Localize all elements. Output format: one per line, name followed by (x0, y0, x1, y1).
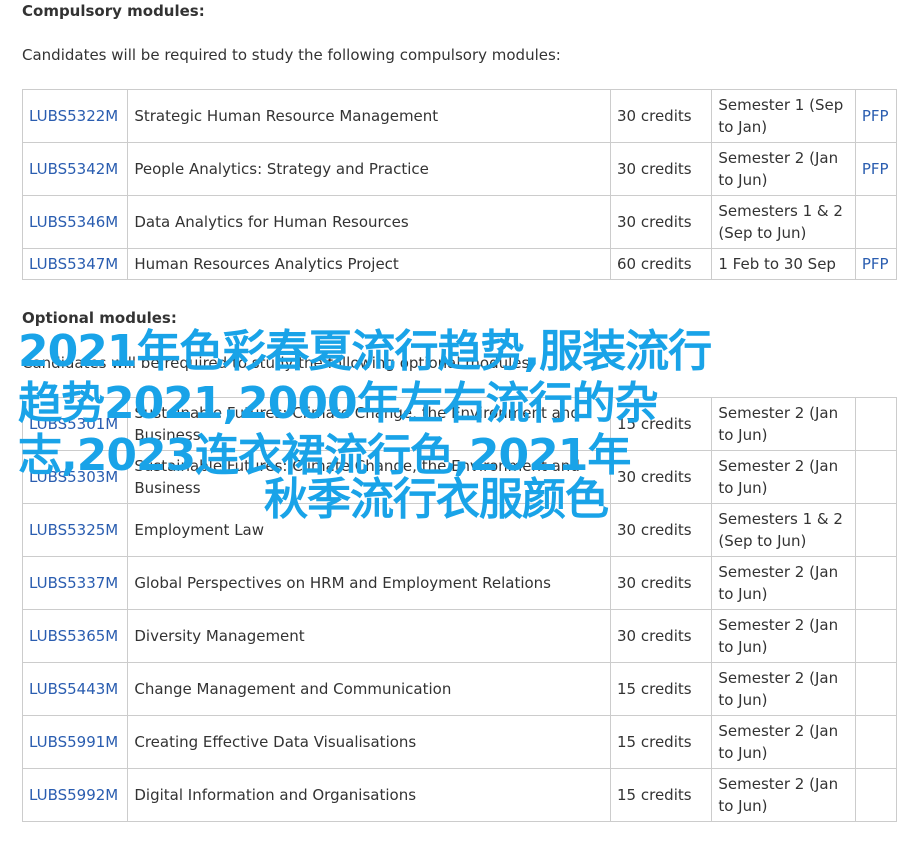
table-row: LUBS5325M Employment Law 30 credits Seme… (21, 503, 898, 557)
module-semester: Semester 2 (Jan to Jun) (711, 715, 856, 769)
module-credits: 15 credits (610, 662, 713, 716)
table-row: LUBS5301M Sustainable Futures: Climate C… (21, 397, 898, 451)
module-title: Creating Effective Data Visualisations (127, 715, 612, 769)
module-credits: 60 credits (610, 248, 713, 280)
module-title: Employment Law (127, 503, 612, 557)
module-code-cell: LUBS5365M (21, 609, 129, 663)
module-semester: 1 Feb to 30 Sep (711, 248, 856, 280)
optional-modules-table: LUBS5301M Sustainable Futures: Climate C… (21, 397, 898, 822)
module-code-cell: LUBS5992M (21, 768, 129, 822)
module-code-link[interactable]: LUBS5347M (29, 255, 118, 273)
module-credits: 30 credits (610, 142, 713, 196)
table-row: LUBS5992M Digital Information and Organi… (21, 768, 898, 822)
module-code-cell: LUBS5342M (21, 142, 129, 196)
module-credits: 30 credits (610, 503, 713, 557)
module-title: Global Perspectives on HRM and Employmen… (127, 556, 612, 610)
module-credits: 15 credits (610, 768, 713, 822)
module-code-link[interactable]: LUBS5342M (29, 160, 118, 178)
module-semester: Semester 2 (Jan to Jun) (711, 142, 856, 196)
module-credits: 15 credits (610, 397, 713, 451)
module-code-link[interactable]: LUBS5365M (29, 627, 118, 645)
module-title: Change Management and Communication (127, 662, 612, 716)
module-title: Human Resources Analytics Project (127, 248, 612, 280)
module-semester: Semester 2 (Jan to Jun) (711, 397, 856, 451)
pfp-link[interactable]: PFP (862, 107, 889, 125)
pfp-cell: PFP (854, 89, 898, 143)
compulsory-modules-heading: Compulsory modules: (22, 2, 205, 20)
module-code-cell: LUBS5991M (21, 715, 129, 769)
table-row: LUBS5443M Change Management and Communic… (21, 662, 898, 716)
table-row: LUBS5347M Human Resources Analytics Proj… (21, 248, 898, 280)
module-semester: Semester 2 (Jan to Jun) (711, 662, 856, 716)
module-code-cell: LUBS5322M (21, 89, 129, 143)
table-row: LUBS5303M Sustainable Futures: Climate C… (21, 450, 898, 504)
pfp-cell (854, 397, 898, 451)
module-title: Diversity Management (127, 609, 612, 663)
module-title: Data Analytics for Human Resources (127, 195, 612, 249)
module-credits: 30 credits (610, 195, 713, 249)
module-title: Sustainable Futures: Climate Change, the… (127, 450, 612, 504)
module-semester: Semester 1 (Sep to Jan) (711, 89, 856, 143)
module-code-cell: LUBS5325M (21, 503, 129, 557)
optional-modules-heading: Optional modules: (22, 309, 177, 327)
module-credits: 30 credits (610, 556, 713, 610)
module-code-cell: LUBS5443M (21, 662, 129, 716)
pfp-cell (854, 450, 898, 504)
module-code-link[interactable]: LUBS5301M (29, 415, 118, 433)
module-code-link[interactable]: LUBS5337M (29, 574, 118, 592)
module-code-cell: LUBS5303M (21, 450, 129, 504)
optional-modules-intro: Candidates will be required to study the… (22, 354, 535, 372)
module-code-link[interactable]: LUBS5322M (29, 107, 118, 125)
pfp-cell: PFP (854, 248, 898, 280)
pfp-cell (854, 609, 898, 663)
module-credits: 30 credits (610, 609, 713, 663)
pfp-cell (854, 768, 898, 822)
pfp-cell (854, 503, 898, 557)
compulsory-modules-table: LUBS5322M Strategic Human Resource Manag… (21, 89, 898, 280)
module-code-cell: LUBS5301M (21, 397, 129, 451)
module-code-link[interactable]: LUBS5346M (29, 213, 118, 231)
module-credits: 15 credits (610, 715, 713, 769)
table-row: LUBS5346M Data Analytics for Human Resou… (21, 195, 898, 249)
pfp-cell: PFP (854, 142, 898, 196)
table-row: LUBS5365M Diversity Management 30 credit… (21, 609, 898, 663)
module-title: Sustainable Futures: Climate Change, the… (127, 397, 612, 451)
module-code-link[interactable]: LUBS5992M (29, 786, 118, 804)
module-code-link[interactable]: LUBS5303M (29, 468, 118, 486)
module-code-link[interactable]: LUBS5991M (29, 733, 118, 751)
module-code-link[interactable]: LUBS5325M (29, 521, 118, 539)
module-title: People Analytics: Strategy and Practice (127, 142, 612, 196)
table-row: LUBS5342M People Analytics: Strategy and… (21, 142, 898, 196)
module-code-cell: LUBS5337M (21, 556, 129, 610)
pfp-link[interactable]: PFP (862, 160, 889, 178)
pfp-cell (854, 556, 898, 610)
module-title: Strategic Human Resource Management (127, 89, 612, 143)
module-code-cell: LUBS5346M (21, 195, 129, 249)
module-semester: Semester 2 (Jan to Jun) (711, 609, 856, 663)
compulsory-modules-intro: Candidates will be required to study the… (22, 46, 561, 64)
module-semester: Semester 2 (Jan to Jun) (711, 450, 856, 504)
table-row: LUBS5337M Global Perspectives on HRM and… (21, 556, 898, 610)
module-semester: Semester 2 (Jan to Jun) (711, 556, 856, 610)
module-code-link[interactable]: LUBS5443M (29, 680, 118, 698)
module-semester: Semester 2 (Jan to Jun) (711, 768, 856, 822)
table-row: LUBS5322M Strategic Human Resource Manag… (21, 89, 898, 143)
module-semester: Semesters 1 & 2 (Sep to Jun) (711, 503, 856, 557)
pfp-cell (854, 662, 898, 716)
module-semester: Semesters 1 & 2 (Sep to Jun) (711, 195, 856, 249)
module-title: Digital Information and Organisations (127, 768, 612, 822)
pfp-cell (854, 715, 898, 769)
module-credits: 30 credits (610, 450, 713, 504)
module-code-cell: LUBS5347M (21, 248, 129, 280)
pfp-cell (854, 195, 898, 249)
pfp-link[interactable]: PFP (862, 255, 889, 273)
module-credits: 30 credits (610, 89, 713, 143)
table-row: LUBS5991M Creating Effective Data Visual… (21, 715, 898, 769)
